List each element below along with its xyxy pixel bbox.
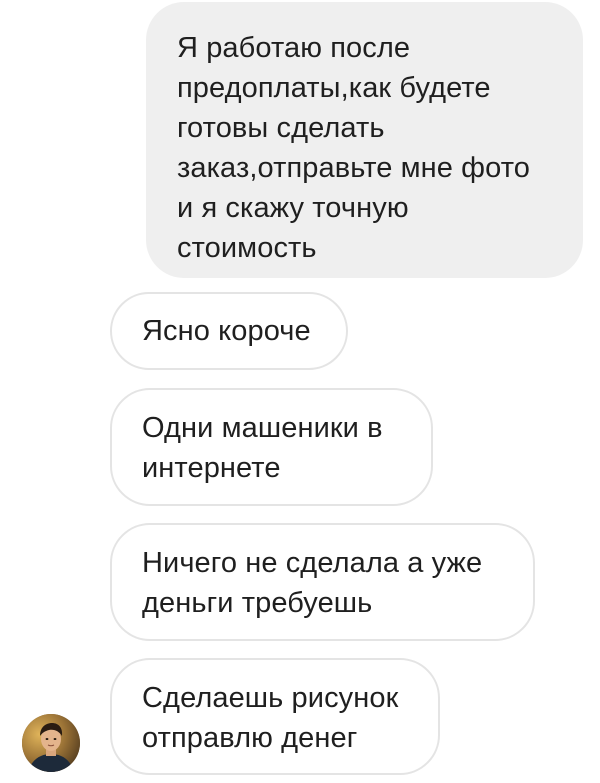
incoming-message[interactable]: Сделаешь рисунок отправлю денег xyxy=(110,658,440,775)
sender-avatar[interactable] xyxy=(22,714,80,772)
incoming-message[interactable]: Ясно короче xyxy=(110,292,348,370)
outgoing-message[interactable]: Я работаю после предоплаты,как будете го… xyxy=(146,2,583,278)
user-avatar-photo-icon xyxy=(22,714,80,772)
incoming-message[interactable]: Одни машеники в интернете xyxy=(110,388,433,506)
incoming-message[interactable]: Ничего не сделала а уже деньги требуешь xyxy=(110,523,535,641)
chat-thread: Я работаю после предоплаты,как будете го… xyxy=(0,0,600,783)
